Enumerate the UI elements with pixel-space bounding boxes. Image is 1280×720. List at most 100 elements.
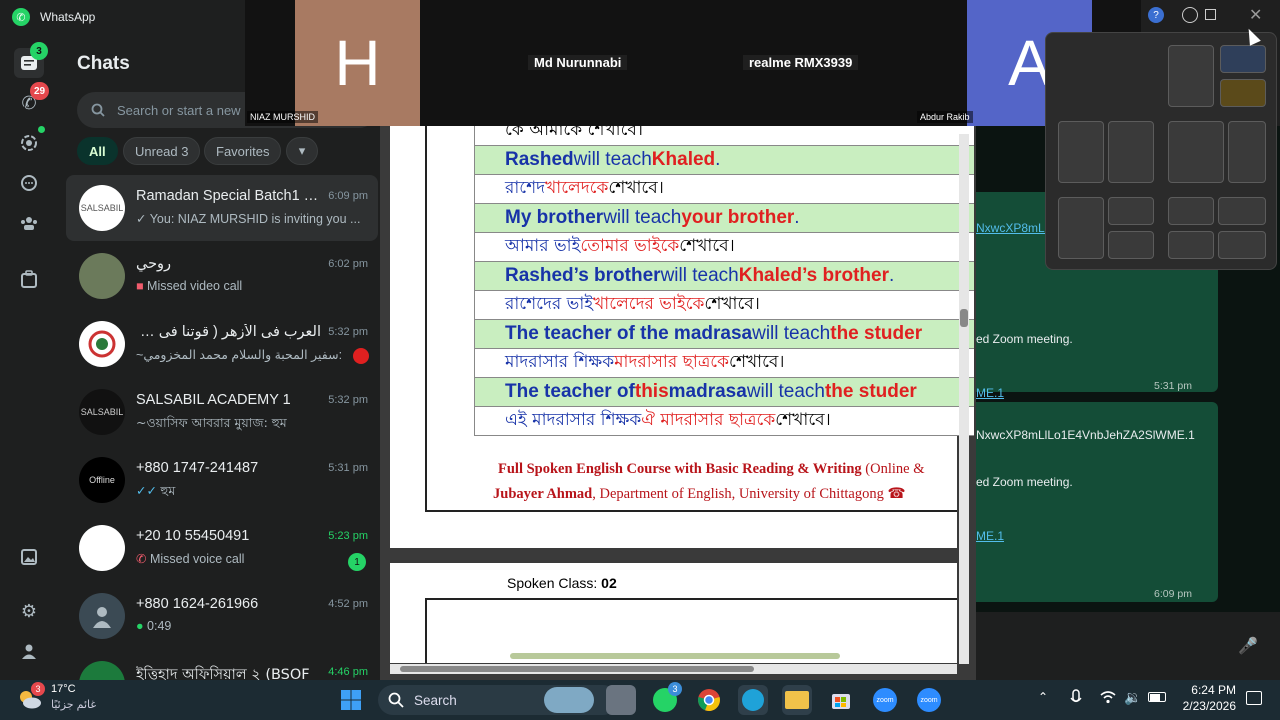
microphone-icon[interactable]: 🎤 [1238,636,1258,656]
vertical-scrollbar[interactable] [959,134,969,664]
chat-time: 5:23 pm [328,530,368,542]
close-icon[interactable]: ✕ [1249,5,1262,25]
filter-more-chevron-down-icon[interactable]: ▾ [286,137,318,165]
snap-zone[interactable] [1168,231,1214,259]
snap-zone[interactable] [1218,197,1266,225]
chrome-icon[interactable] [694,685,724,715]
zoom-video-strip: H NIAZ MURSHID Md Nurunnabi realme RMX39… [245,0,1141,126]
chat-preview-text: 0:49 [147,619,172,633]
chat-item[interactable]: +20 10 55450491 ✆ Missed voice call 5:23… [66,515,378,581]
chat-preview-text: হুম [160,483,176,498]
chat-item[interactable]: SALSABIL SALSABIL ACADEMY 1 ~ওয়াসিফ আবর… [66,379,378,445]
message-link[interactable]: NxwcXP8mLlLo1E4VnbJehZA2SlWME.1 [976,428,1195,442]
snap-layouts-popup [1045,32,1277,270]
clock-date[interactable]: 2/23/2026 [1180,699,1236,713]
composer-bar: 🎤 [976,612,1280,680]
horizontal-scrollbar[interactable] [390,664,957,674]
read-ticks-icon: ✓✓ [136,484,161,498]
taskbar-search-box[interactable]: Search [378,685,618,715]
snap-zone[interactable] [1108,197,1154,225]
sentence-fragment: My brother [505,207,604,228]
windows-start-icon[interactable] [336,685,366,715]
snap-zone[interactable] [1168,45,1214,107]
sentence-fragment: শেখাবে। [608,178,664,198]
chat-item[interactable]: العرب فى الأزهر ( قوتنا فى وح... ~سفير ا… [66,311,378,377]
chat-item[interactable]: Offline +880 1747-241487 ✓✓ হুম 5:31 pm [66,447,378,513]
sentence-fragment: . [888,265,895,286]
tray-chevron-up-icon[interactable]: ⌃ [1038,690,1048,704]
help-icon[interactable]: ? [1148,7,1164,23]
chat-item[interactable]: ইত্তিহাদ অফিসিয়াল ২ (BSOF 4:46 pm [66,651,378,680]
zoom-app-icon[interactable]: zoom [870,685,900,715]
chat-name: +880 1747-241487 [136,460,259,476]
edge-browser-icon[interactable] [1220,45,1266,73]
snap-zone[interactable] [1168,197,1214,225]
edge-browser-icon[interactable] [738,685,768,715]
chat-preview: ✆ Missed voice call [136,551,366,566]
chat-name: العرب فى الأزهر ( قوتنا فى وح... [136,324,321,340]
search-placeholder: Search or start a new [117,102,241,118]
sentence-fragment: . [715,149,721,170]
chats-title: Chats [77,53,130,74]
chat-avatar [79,661,125,680]
media-nav-icon[interactable] [14,542,44,572]
profile-icon[interactable] [14,636,44,666]
snap-zone[interactable] [1058,197,1104,259]
chat-preview: ~سفير المحبة والسلام محمد المخزومي: [136,348,343,362]
channels-nav-icon[interactable] [14,168,44,198]
footer-author-dept: , Department of English, University of C… [592,486,906,502]
chat-name: +20 10 55450491 [136,528,250,544]
zoom-meeting-icon[interactable]: zoom [914,685,944,715]
sentence-fragment: Khaled [651,149,716,170]
filter-favorites[interactable]: Favorites [204,137,282,165]
sentence-fragment: রাশেদের ভাই [505,294,594,314]
snap-zone[interactable] [1228,121,1266,183]
message-link-short[interactable]: ME.1 [976,386,1004,400]
chat-item[interactable]: روحي ■ Missed video call 6:02 pm [66,243,378,309]
footer-author: Jubayer Ahmad, Department of English, Un… [493,486,906,503]
vertical-scroll-thumb[interactable] [960,309,968,327]
participant-tile-niaz[interactable]: H [295,0,420,126]
clock-time[interactable]: 6:24 PM [1188,683,1236,697]
weather-temp: 17°C [51,683,76,695]
wifi-icon[interactable] [1100,690,1116,704]
microphone-icon: ● [136,619,148,633]
tools-nav-icon[interactable] [14,264,44,294]
communities-nav-icon[interactable] [14,208,44,238]
folder-icon[interactable] [1220,79,1266,107]
file-explorer-folder-icon[interactable] [782,685,812,715]
snap-zone[interactable] [1218,231,1266,259]
filter-unread[interactable]: Unread 3 [123,137,201,165]
sentence-fragment: will teach [752,323,831,344]
notifications-icon[interactable] [1246,691,1262,705]
footer-author-name: Jubayer Ahmad [493,486,593,502]
task-view-icon[interactable] [606,685,636,715]
chat-avatar [79,525,125,571]
sentence-fragment: . [794,207,800,228]
snap-zone[interactable] [1168,121,1224,183]
chat-time: 5:32 pm [328,394,368,406]
snap-zone[interactable] [1108,121,1154,183]
whatsapp-taskbar-badge: 3 [668,682,682,696]
horizontal-scroll-thumb[interactable] [400,666,754,672]
chat-item[interactable]: +880 1624-261966 ● 0:49 4:52 pm [66,583,378,649]
microsoft-store-icon[interactable] [826,685,856,715]
document-page-2: Spoken Class: 02 [390,563,957,663]
chat-item[interactable]: SALSABIL Ramadan Special Batch1 b... ✓ Y… [66,175,378,241]
weather-badge: 3 [31,682,45,696]
chats-badge: 3 [30,42,48,60]
microphone-tray-icon[interactable] [1070,689,1082,707]
maximize-icon[interactable] [1205,9,1216,20]
sentence-table: কে আমাকে শেখাবে। Rashed will teach Khaled… [474,126,974,436]
message-link-short[interactable]: ME.1 [976,529,1004,543]
volume-icon[interactable]: 🔉 [1124,689,1141,706]
snap-zone[interactable] [1108,231,1154,259]
battery-icon[interactable] [1148,692,1166,702]
chat-avatar: Offline [79,457,125,503]
decorative-border [510,653,840,659]
settings-gear-icon[interactable]: ⚙ [14,596,44,626]
info-icon[interactable] [1182,7,1198,23]
snap-zone[interactable] [1058,121,1104,183]
filter-all[interactable]: All [77,137,118,165]
sentence-fragment: madrasa [668,381,747,402]
